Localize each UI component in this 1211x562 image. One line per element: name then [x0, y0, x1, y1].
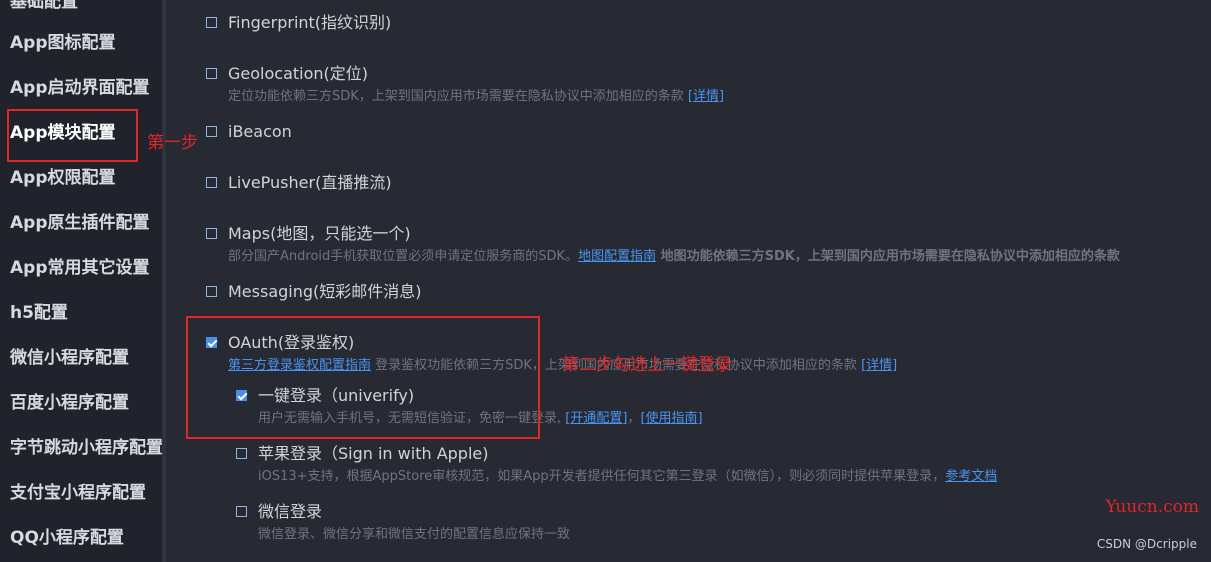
weixin-login-desc: 微信登录、微信分享和微信支付的配置信息应保持一致	[258, 527, 571, 542]
univerify-separator: ，	[627, 411, 641, 426]
step1-highlight-box	[7, 109, 138, 162]
geolocation-desc-text: 定位功能依赖三方SDK，上架到国内应用市场需要在隐私协议中添加相应的条款	[228, 89, 688, 104]
apple-login-checkbox[interactable]	[236, 448, 247, 459]
step2-annotation: 第二步勾选上一键登录	[562, 355, 732, 375]
geolocation-title: Geolocation(定位)	[228, 64, 369, 83]
sidebar-item-h5[interactable]: h5配置	[10, 302, 68, 324]
fingerprint-checkbox[interactable]	[206, 17, 217, 28]
maps-desc-text-b: 地图功能依赖三方SDK，上架到国内应用市场需要在隐私协议中添加相应的条款	[656, 249, 1120, 264]
step1-annotation: 第一步	[147, 133, 198, 153]
univerify-enable-link[interactable]: [开通配置]	[565, 411, 627, 426]
sidebar-item-basic[interactable]: 基础配置	[10, 0, 78, 13]
sidebar-item-toutiao-mp[interactable]: 字节跳动小程序配置	[10, 437, 162, 459]
fingerprint-title: Fingerprint(指纹识别)	[228, 13, 392, 32]
csdn-watermark: CSDN @Dcripple	[1096, 537, 1197, 551]
site-watermark: Yuucn.com	[1105, 497, 1199, 517]
sidebar-item-app-permissions[interactable]: App权限配置	[10, 167, 116, 189]
maps-title: Maps(地图，只能选一个)	[228, 224, 411, 243]
univerify-guide-link[interactable]: [使用指南]	[640, 411, 702, 426]
modules-panel: Fingerprint(指纹识别) Geolocation(定位) 定位功能依赖…	[166, 0, 1211, 562]
geolocation-checkbox[interactable]	[206, 68, 217, 79]
ibeacon-title: iBeacon	[228, 122, 292, 141]
apple-login-docs-link[interactable]: 参考文档	[945, 469, 997, 484]
oauth-details-link[interactable]: [详情]	[861, 358, 897, 373]
sidebar-item-app-icon[interactable]: App图标配置	[10, 32, 116, 54]
apple-login-desc: iOS13+支持，根据AppStore审核规范，如果App开发者提供任何其它第三…	[258, 469, 997, 485]
sidebar-item-baidu-mp[interactable]: 百度小程序配置	[10, 392, 129, 414]
sidebar-item-app-splash[interactable]: App启动界面配置	[10, 77, 150, 99]
geolocation-details-link[interactable]: [详情]	[688, 89, 724, 104]
geolocation-desc: 定位功能依赖三方SDK，上架到国内应用市场需要在隐私协议中添加相应的条款 [详情…	[228, 89, 724, 105]
maps-desc: 部分国产Android手机获取位置必须申请定位服务商的SDK。地图配置指南 地图…	[228, 249, 1120, 265]
messaging-title: Messaging(短彩邮件消息)	[228, 282, 422, 301]
ibeacon-checkbox[interactable]	[206, 126, 217, 137]
step2-highlight-box	[186, 316, 540, 439]
sidebar-item-app-native-plugins[interactable]: App原生插件配置	[10, 212, 150, 234]
sidebar-item-weixin-mp[interactable]: 微信小程序配置	[10, 347, 129, 369]
sidebar-item-qq-mp[interactable]: QQ小程序配置	[10, 527, 124, 549]
weixin-login-checkbox[interactable]	[236, 506, 247, 517]
apple-login-title: 苹果登录（Sign in with Apple)	[258, 444, 489, 463]
maps-desc-text-a: 部分国产Android手机获取位置必须申请定位服务商的SDK。	[228, 249, 579, 264]
apple-login-desc-text: iOS13+支持，根据AppStore审核规范，如果App开发者提供任何其它第三…	[258, 469, 946, 484]
livepusher-checkbox[interactable]	[206, 177, 217, 188]
settings-sidebar: 基础配置 App图标配置 App启动界面配置 App模块配置 App权限配置 A…	[0, 0, 162, 562]
messaging-checkbox[interactable]	[206, 286, 217, 297]
maps-checkbox[interactable]	[206, 228, 217, 239]
weixin-login-title: 微信登录	[258, 502, 323, 521]
sidebar-item-app-other-settings[interactable]: App常用其它设置	[10, 257, 150, 279]
maps-guide-link[interactable]: 地图配置指南	[578, 249, 656, 264]
sidebar-item-alipay-mp[interactable]: 支付宝小程序配置	[10, 482, 146, 504]
livepusher-title: LivePusher(直播推流)	[228, 173, 392, 192]
